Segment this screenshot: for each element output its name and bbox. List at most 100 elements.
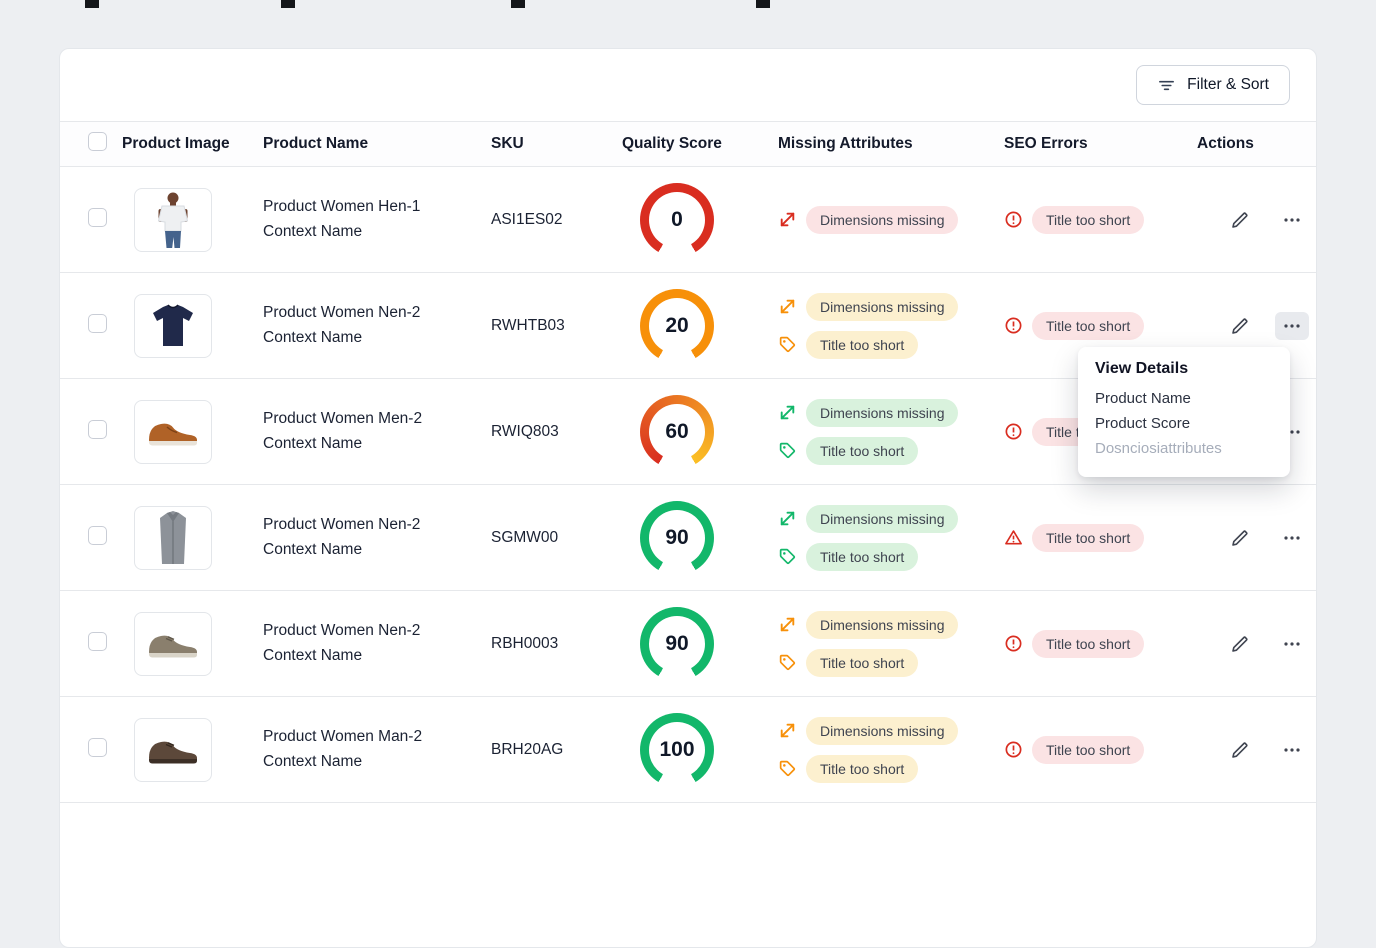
expand-icon	[778, 615, 797, 634]
edit-button[interactable]	[1223, 736, 1257, 764]
product-name-line2: Context Name	[263, 220, 481, 244]
product-name-line2: Context Name	[263, 326, 481, 350]
row-checkbox[interactable]	[88, 526, 107, 545]
product-name-line1: Product Women Hen-1	[263, 195, 481, 219]
row-checkbox[interactable]	[88, 208, 107, 227]
quality-score-gauge: 20	[640, 289, 714, 363]
missing-attributes-cell: Dimensions missing Title too short	[765, 399, 991, 465]
quality-score-value: 20	[640, 289, 714, 363]
expand-icon	[778, 403, 797, 422]
header-product-name: Product Name	[263, 135, 491, 153]
tag-icon	[778, 335, 797, 354]
attribute-badge: Dimensions missing	[806, 206, 958, 234]
alert-circle-icon	[1004, 740, 1023, 759]
more-actions-button[interactable]	[1275, 630, 1309, 658]
filter-sort-label: Filter & Sort	[1187, 76, 1269, 94]
attribute-badge: Title too short	[806, 543, 918, 571]
row-checkbox[interactable]	[88, 420, 107, 439]
product-name: Product Women Hen-1 Context Name	[263, 195, 491, 243]
quality-score-value: 60	[640, 395, 714, 469]
product-name-line1: Product Women Nen-2	[263, 513, 481, 537]
attribute-badge: Title too short	[806, 649, 918, 677]
missing-attributes-cell: Dimensions missing	[765, 206, 991, 234]
table-header: Product Image Product Name SKU Quality S…	[60, 121, 1316, 167]
edit-button[interactable]	[1223, 524, 1257, 552]
edit-button[interactable]	[1223, 206, 1257, 234]
screen-crop-artifact	[281, 0, 295, 8]
attribute-badge: Dimensions missing	[806, 717, 958, 745]
attribute-line: Dimensions missing	[778, 399, 991, 427]
navy-tshirt-image	[134, 294, 212, 358]
filter-sort-button[interactable]: Filter & Sort	[1136, 65, 1290, 105]
product-name: Product Women Man-2 Context Name	[263, 725, 491, 773]
header-quality-score: Quality Score	[622, 135, 765, 153]
alert-circle-icon	[1004, 634, 1023, 653]
attribute-badge: Dimensions missing	[806, 293, 958, 321]
attribute-line: Title too short	[778, 543, 991, 571]
table-row: Product Women Nen-2 Context Name SGMW00 …	[60, 485, 1316, 591]
more-actions-button[interactable]	[1275, 736, 1309, 764]
product-sku: RWHTB03	[491, 317, 622, 335]
seo-errors-cell: Title too short	[991, 736, 1197, 764]
table-toolbar: Filter & Sort	[60, 49, 1316, 121]
screen-crop-artifact	[511, 0, 525, 8]
table-row: Product Women Hen-1 Context Name ASI1ES0…	[60, 167, 1316, 273]
edit-button[interactable]	[1223, 630, 1257, 658]
attribute-badge: Dimensions missing	[806, 611, 958, 639]
product-name-line2: Context Name	[263, 750, 481, 774]
seo-errors-cell: Title too short	[991, 630, 1197, 658]
attribute-line: Dimensions missing	[778, 293, 991, 321]
menu-item-product-score[interactable]: Product Score	[1095, 411, 1273, 436]
tag-icon	[778, 759, 797, 778]
quality-score-gauge: 90	[640, 501, 714, 575]
attribute-line: Title too short	[778, 649, 991, 677]
header-sku: SKU	[491, 135, 622, 153]
row-actions-menu: View Details Product Name Product Score …	[1078, 347, 1290, 477]
quality-score-value: 100	[640, 713, 714, 787]
attribute-badge: Title too short	[1032, 630, 1144, 658]
expand-icon	[778, 210, 797, 229]
male-model-white-tee-image	[134, 188, 212, 252]
product-name-line1: Product Women Nen-2	[263, 301, 481, 325]
row-checkbox[interactable]	[88, 632, 107, 651]
attribute-badge: Title too short	[806, 755, 918, 783]
brown-loafer-image	[134, 400, 212, 464]
attribute-line: Title too short	[1004, 206, 1197, 234]
product-table-card: Filter & Sort Product Image Product Name…	[59, 48, 1317, 948]
attribute-line: Dimensions missing	[778, 206, 991, 234]
quality-score-value: 0	[640, 183, 714, 257]
alert-circle-icon	[1004, 422, 1023, 441]
product-sku: BRH20AG	[491, 741, 622, 759]
product-name: Product Women Nen-2 Context Name	[263, 619, 491, 667]
more-actions-button[interactable]	[1275, 312, 1309, 340]
attribute-line: Dimensions missing	[778, 717, 991, 745]
expand-icon	[778, 297, 797, 316]
attribute-line: Title too short	[778, 437, 991, 465]
product-name-line2: Context Name	[263, 644, 481, 668]
menu-item-attributes[interactable]: Dosnciosiattributes	[1095, 436, 1273, 461]
screen-crop-artifact	[756, 0, 770, 8]
select-all-checkbox[interactable]	[88, 132, 107, 151]
taupe-shoe-image	[134, 612, 212, 676]
attribute-line: Title too short	[1004, 630, 1197, 658]
row-checkbox[interactable]	[88, 738, 107, 757]
product-sku: RBH0003	[491, 635, 622, 653]
missing-attributes-cell: Dimensions missing Title too short	[765, 717, 991, 783]
attribute-line: Title too short	[778, 331, 991, 359]
more-actions-button[interactable]	[1275, 206, 1309, 234]
menu-item-view-details[interactable]: View Details	[1095, 360, 1273, 378]
quality-score-gauge: 100	[640, 713, 714, 787]
tag-icon	[778, 547, 797, 566]
header-missing-attributes: Missing Attributes	[765, 135, 991, 153]
table-row: Product Women Nen-2 Context Name RBH0003…	[60, 591, 1316, 697]
alert-circle-icon	[1004, 316, 1023, 335]
product-name: Product Women Nen-2 Context Name	[263, 513, 491, 561]
attribute-badge: Title too short	[1032, 736, 1144, 764]
row-checkbox[interactable]	[88, 314, 107, 333]
tag-icon	[778, 441, 797, 460]
menu-item-product-name[interactable]: Product Name	[1095, 386, 1273, 411]
missing-attributes-cell: Dimensions missing Title too short	[765, 611, 991, 677]
more-actions-button[interactable]	[1275, 524, 1309, 552]
edit-button[interactable]	[1223, 312, 1257, 340]
attribute-badge: Dimensions missing	[806, 505, 958, 533]
